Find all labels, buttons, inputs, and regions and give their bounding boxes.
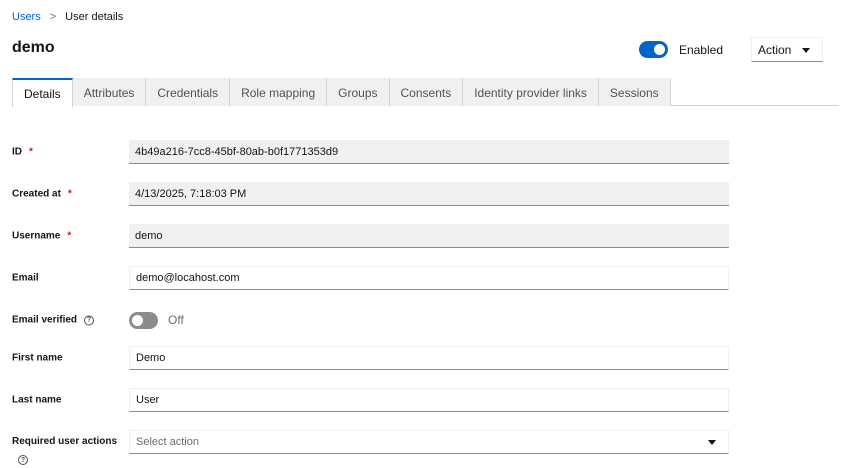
enabled-toggle[interactable] [638, 41, 668, 58]
tab-details[interactable]: Details [12, 78, 73, 107]
tab-identity-provider-links[interactable]: Identity provider links [463, 78, 599, 106]
email-value: demo@locahost.com [136, 272, 240, 284]
email-verified-toggle[interactable] [129, 312, 158, 329]
help-icon[interactable]: ? [18, 455, 28, 465]
created-at-label-text: Created at [12, 188, 61, 200]
id-value: 4b49a216-7cc8-45bf-80ab-b0f1771353d9 [135, 145, 339, 158]
username-label: Username * [12, 231, 71, 242]
tab-groups[interactable]: Groups [327, 78, 390, 106]
breadcrumb-users-link[interactable]: Users [12, 11, 41, 23]
created-at-label: Created at * [12, 189, 72, 200]
toggle-knob [132, 315, 143, 326]
tab-credentials[interactable]: Credentials [146, 78, 231, 106]
email-verified-row: Email verified ? Off [12, 308, 729, 332]
breadcrumb-current: User details [65, 11, 124, 23]
tab-attributes[interactable]: Attributes [72, 78, 147, 106]
first-name-field[interactable]: Demo [129, 346, 729, 370]
email-verified-state: Off [168, 313, 184, 327]
required-marker: * [67, 188, 72, 200]
action-dropdown-label: Action [758, 42, 792, 57]
chevron-right-icon: > [49, 11, 57, 23]
username-label-text: Username [12, 230, 61, 242]
email-row: Email demo@locahost.com [12, 266, 729, 290]
username-row: Username * demo [12, 224, 729, 248]
tab-consents[interactable]: Consents [389, 78, 464, 106]
enabled-label: Enabled [678, 42, 723, 57]
tab-bar: Details Attributes Credentials Role mapp… [12, 78, 839, 107]
required-actions-placeholder: Select action [136, 436, 199, 448]
created-at-row: Created at * 4/13/2025, 7:18:03 PM [12, 182, 729, 206]
username-field[interactable]: demo [129, 224, 729, 248]
breadcrumb: Users > User details [12, 11, 123, 23]
required-marker: * [67, 230, 72, 242]
tab-sessions[interactable]: Sessions [598, 78, 671, 106]
required-actions-label: Required user actions [12, 436, 118, 447]
email-verified-label: Email verified ? [12, 314, 95, 326]
created-at-field[interactable]: 4/13/2025, 7:18:03 PM [129, 182, 729, 206]
caret-down-icon [802, 48, 810, 53]
first-name-label: First name [12, 353, 63, 364]
email-verified-label-text: Email verified [12, 314, 78, 326]
id-label: ID * [12, 147, 33, 158]
first-name-value: Demo [136, 352, 166, 364]
id-field[interactable]: 4b49a216-7cc8-45bf-80ab-b0f1771353d9 [129, 140, 729, 164]
email-label-text: Email [12, 272, 39, 284]
required-actions-select[interactable]: Select action [129, 430, 729, 454]
required-marker: * [29, 146, 33, 158]
last-name-label: Last name [12, 395, 61, 406]
last-name-value: User [136, 394, 160, 406]
caret-down-icon [708, 440, 716, 445]
required-actions-row: Required user actions Select action ? [12, 430, 729, 465]
last-name-row: Last name User [12, 388, 729, 412]
header-actions: Enabled Action [638, 37, 823, 62]
username-value: demo [135, 229, 163, 242]
tab-role-mapping[interactable]: Role mapping [230, 78, 328, 106]
help-icon[interactable]: ? [84, 315, 95, 325]
last-name-label-text: Last name [12, 394, 62, 406]
toggle-knob [653, 44, 665, 55]
first-name-row: First name Demo [12, 346, 729, 370]
first-name-label-text: First name [12, 352, 63, 364]
last-name-field[interactable]: User [129, 388, 729, 412]
page-title: demo [12, 39, 55, 56]
email-field[interactable]: demo@locahost.com [129, 266, 729, 290]
email-label: Email [12, 273, 39, 284]
id-row: ID * 4b49a216-7cc8-45bf-80ab-b0f1771353d9 [12, 140, 729, 164]
id-label-text: ID [12, 146, 22, 158]
created-at-value: 4/13/2025, 7:18:03 PM [135, 187, 247, 200]
action-dropdown[interactable]: Action [751, 37, 823, 62]
